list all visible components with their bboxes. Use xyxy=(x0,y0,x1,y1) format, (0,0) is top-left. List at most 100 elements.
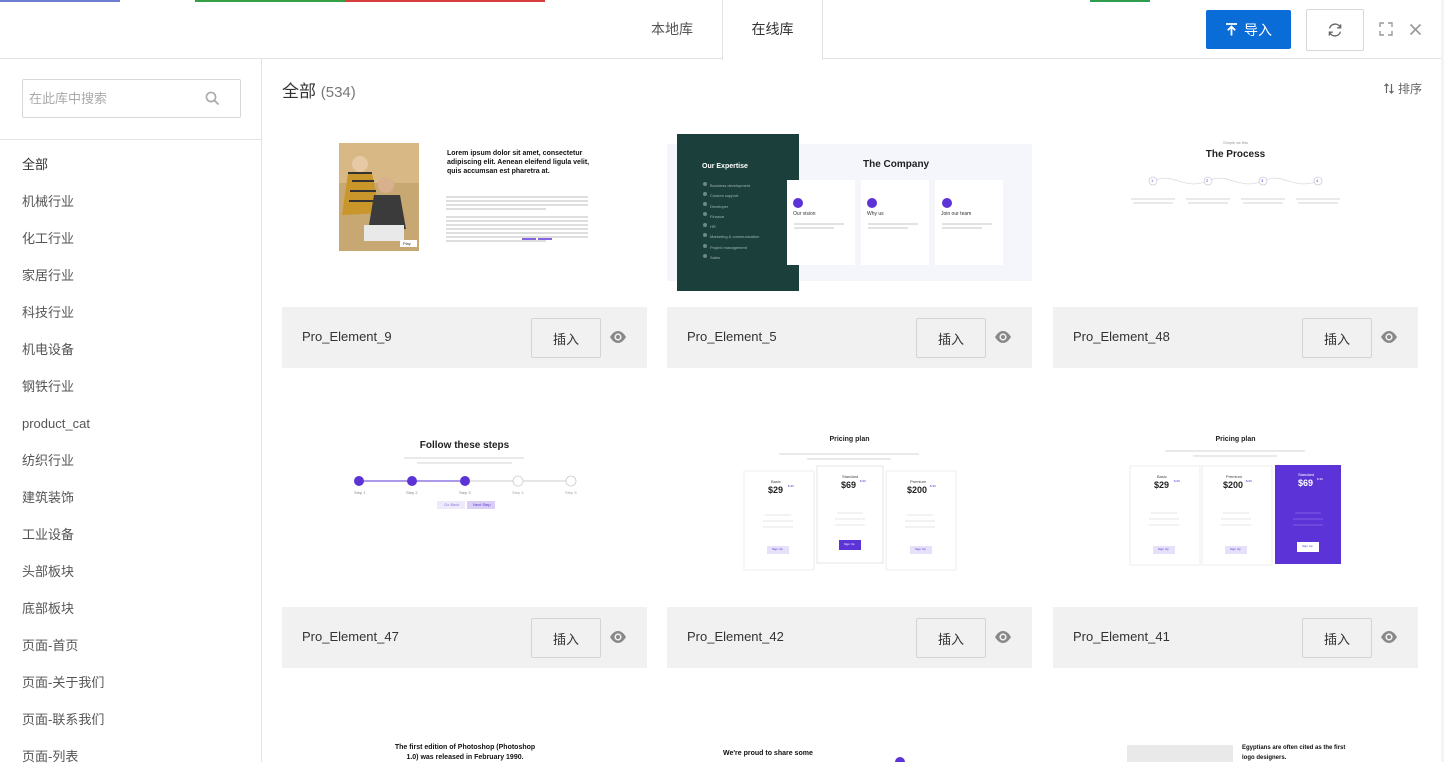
preview-step: Step 4 xyxy=(512,490,524,495)
preview-text[interactable]: We're proud to share some xyxy=(723,750,843,757)
preview-step: 4 xyxy=(1316,178,1319,183)
sidebar-item-architecture[interactable]: 建筑装饰 xyxy=(22,488,104,525)
insert-button[interactable]: 插入 xyxy=(531,318,601,358)
template-preview[interactable]: Our Expertise The Company Business devel… xyxy=(667,129,1032,318)
card-footer: Pro_Element_41 插入 xyxy=(1053,607,1418,668)
search-input[interactable] xyxy=(29,80,199,117)
sidebar-item-electromechanical[interactable]: 机电设备 xyxy=(22,340,104,377)
preview-eye-icon[interactable] xyxy=(609,330,627,344)
insert-button[interactable]: 插入 xyxy=(1302,318,1372,358)
sort-label: 排序 xyxy=(1397,82,1422,96)
import-label: 导入 xyxy=(1244,21,1272,38)
template-preview[interactable]: Pricing plan Basic $29 $.99 Premium $200… xyxy=(1053,429,1418,618)
preview-expertise-list: Business development Custom support Deve… xyxy=(710,181,759,263)
preview-text[interactable]: Egyptians are often cited as the first l… xyxy=(1242,743,1352,762)
sidebar-item-industrial[interactable]: 工业设备 xyxy=(22,525,104,562)
sidebar-item-page-home[interactable]: 页面-首页 xyxy=(22,636,104,673)
preview-plan-name: Premium xyxy=(1226,474,1243,479)
sort-button[interactable]: 排序 xyxy=(1384,80,1422,97)
template-name: Pro_Element_48 xyxy=(1073,329,1170,344)
preview-plan-price: $29 xyxy=(768,485,784,495)
preview-plan-price: $200 xyxy=(907,485,928,495)
template-card: Follow these steps Step 1 Step 2 Step 3 … xyxy=(282,429,647,679)
preview-eye-icon[interactable] xyxy=(1380,330,1398,344)
preview-plan-name: Standard xyxy=(842,474,859,479)
category-sidebar: 全部 机械行业 化工行业 家居行业 科技行业 机电设备 钢铁行业 product… xyxy=(0,59,262,764)
sidebar-item-page-list[interactable]: 页面-列表 xyxy=(22,747,104,784)
insert-button[interactable]: 插入 xyxy=(916,318,986,358)
template-card: Pricing plan Basic $29 $.99 Standard $69… xyxy=(667,429,1032,679)
sidebar-item-product-cat[interactable]: product_cat xyxy=(22,414,104,451)
preview-eye-icon[interactable] xyxy=(609,630,627,644)
sidebar-item-steel[interactable]: 钢铁行业 xyxy=(22,377,104,414)
preview-list-item: Project management xyxy=(710,244,747,250)
sort-icon xyxy=(1384,83,1394,94)
preview-eye-icon[interactable] xyxy=(994,630,1012,644)
preview-eye-icon[interactable] xyxy=(1380,630,1398,644)
fullscreen-icon[interactable] xyxy=(1377,20,1395,38)
search-icon[interactable] xyxy=(205,91,220,106)
template-card: Simple as this The Process 1 2 3 4 Pro_E… xyxy=(1053,129,1418,379)
preview-col-title: Our vision xyxy=(793,211,816,217)
insert-button[interactable]: 插入 xyxy=(1302,618,1372,658)
sidebar-item-home[interactable]: 家居行业 xyxy=(22,266,104,303)
sidebar-item-machinery[interactable]: 机械行业 xyxy=(22,192,104,229)
preview-plan-price: $200 xyxy=(1223,480,1244,490)
preview-list-item: Developer xyxy=(710,203,729,209)
template-card: Our Expertise The Company Business devel… xyxy=(667,129,1032,379)
preview-plan-cta: Sign Up xyxy=(1158,547,1169,551)
tab-local-library[interactable]: 本地库 xyxy=(622,0,722,59)
template-preview[interactable]: Pricing plan Basic $29 $.99 Standard $69… xyxy=(667,429,1032,618)
template-preview[interactable]: Follow these steps Step 1 Step 2 Step 3 … xyxy=(282,429,647,618)
category-list: 全部 机械行业 化工行业 家居行业 科技行业 机电设备 钢铁行业 product… xyxy=(22,155,104,784)
template-preview[interactable]: Simple as this The Process 1 2 3 4 xyxy=(1053,129,1418,318)
preview-list-item: Sales xyxy=(710,255,721,261)
sidebar-item-page-contact[interactable]: 页面-联系我们 xyxy=(22,710,104,747)
preview-step: Step 5 xyxy=(565,490,577,495)
preview-plan-name: Basic xyxy=(771,479,781,484)
preview-plan-price: $69 xyxy=(841,480,857,490)
preview-plan-cta: Sign Up xyxy=(844,542,855,546)
preview-plan-cents: $.99 xyxy=(1246,479,1252,483)
template-card: Pricing plan Basic $29 $.99 Premium $200… xyxy=(1053,429,1418,679)
page-title: 全部 (534) xyxy=(282,77,356,102)
template-card: Lorem ipsum dolor sit amet, consectetur … xyxy=(282,129,647,379)
preview-plan-cents: $.99 xyxy=(860,479,866,483)
preview-eye-icon[interactable] xyxy=(994,330,1012,344)
sidebar-item-page-about[interactable]: 页面-关于我们 xyxy=(22,673,104,710)
template-name: Pro_Element_42 xyxy=(687,629,784,644)
template-preview[interactable]: Lorem ipsum dolor sit amet, consectetur … xyxy=(282,129,647,318)
sidebar-item-textile[interactable]: 纺织行业 xyxy=(22,451,104,488)
template-card: The first edition of Photoshop (Photosho… xyxy=(282,729,647,762)
upload-icon xyxy=(1226,23,1237,36)
preview-plan-name: Standard xyxy=(1298,472,1315,477)
sidebar-item-footer-blocks[interactable]: 底部板块 xyxy=(22,599,104,636)
card-footer: Pro_Element_5 插入 xyxy=(667,307,1032,368)
sidebar-item-all[interactable]: 全部 xyxy=(22,155,104,192)
insert-button[interactable]: 插入 xyxy=(531,618,601,658)
template-card: We're proud to share some xyxy=(667,729,1032,762)
insert-button[interactable]: 插入 xyxy=(916,618,986,658)
card-footer: Pro_Element_9 插入 xyxy=(282,307,647,368)
preview-col-title: Join our team xyxy=(941,211,972,217)
preview-text[interactable]: The first edition of Photoshop (Photosho… xyxy=(390,743,540,762)
preview-plan-price: $29 xyxy=(1154,480,1170,490)
preview-back-button: Go Back xyxy=(444,502,460,507)
sidebar-item-tech[interactable]: 科技行业 xyxy=(22,303,104,340)
sidebar-item-header-blocks[interactable]: 头部板块 xyxy=(22,562,104,599)
template-name: Pro_Element_5 xyxy=(687,329,777,344)
preview-plan-cents: $.99 xyxy=(930,484,936,488)
preview-step: 3 xyxy=(1261,178,1264,183)
close-icon[interactable] xyxy=(1406,20,1424,38)
preview-list-item: Marketing & communication xyxy=(710,234,760,240)
tab-online-library[interactable]: 在线库 xyxy=(722,0,823,60)
import-button[interactable]: 导入 xyxy=(1206,10,1291,49)
preview-step: Step 2 xyxy=(406,490,418,495)
card-footer: Pro_Element_47 插入 xyxy=(282,607,647,668)
sidebar-item-chemical[interactable]: 化工行业 xyxy=(22,229,104,266)
preview-plan-name: Basic xyxy=(1157,474,1167,479)
item-count: (534) xyxy=(320,84,356,101)
preview-dot-icon xyxy=(895,757,905,762)
sync-button[interactable] xyxy=(1306,9,1364,51)
template-name: Pro_Element_47 xyxy=(302,629,399,644)
